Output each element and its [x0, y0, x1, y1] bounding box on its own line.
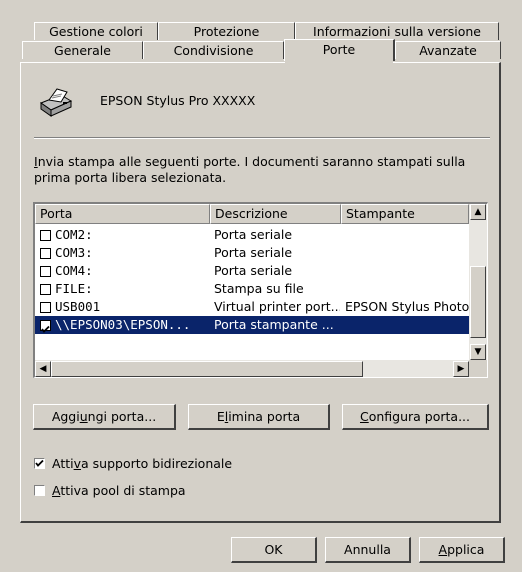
scroll-right-button[interactable]: ▶: [453, 361, 469, 377]
port-name: USB001: [55, 299, 101, 314]
delete-port-label-post: imina porta: [228, 409, 301, 424]
printer-icon: [35, 85, 75, 121]
apply-label-post: pplica: [447, 542, 485, 557]
port-description: Porta stampante ...: [214, 317, 334, 332]
port-description: Virtual printer port...: [214, 299, 340, 314]
pool-label[interactable]: Attiva pool di stampa: [52, 483, 186, 498]
bidirectional-checkbox[interactable]: [34, 458, 45, 469]
apply-mnemonic: A: [438, 542, 448, 557]
port-description: Porta seriale: [214, 263, 293, 278]
ok-label: OK: [264, 542, 283, 557]
tab-condivisione[interactable]: Condivisione: [143, 41, 284, 59]
port-description: Porta seriale: [214, 227, 293, 242]
tab-generale[interactable]: Generale: [22, 41, 143, 59]
column-header-descrizione[interactable]: Descrizione: [210, 204, 341, 224]
port-name: \\EPSON03\EPSON...: [55, 317, 191, 332]
port-checkbox[interactable]: [40, 230, 51, 241]
add-port-label-pre: Aggi: [51, 409, 80, 424]
delete-port-label-pre: E: [216, 409, 225, 424]
port-checkbox[interactable]: [40, 284, 51, 295]
up-arrow-icon: ▲: [474, 207, 482, 217]
checkmark-icon: [35, 459, 44, 467]
tab-label: Porte: [322, 42, 356, 57]
port-checkbox[interactable]: [40, 266, 51, 277]
port-name: COM4:: [55, 263, 93, 278]
port-printer: EPSON Stylus Photo: [345, 299, 469, 314]
table-row[interactable]: FILE: Stampa su file: [35, 280, 469, 298]
pool-label-post: ttiva pool di stampa: [60, 483, 186, 498]
table-row[interactable]: \\EPSON03\EPSON... Porta stampante ...: [35, 316, 469, 334]
table-row[interactable]: COM4: Porta seriale: [35, 262, 469, 280]
port-description: Stampa su file: [214, 281, 304, 296]
cancel-label: Annulla: [344, 542, 391, 557]
scroll-down-button[interactable]: ▼: [470, 344, 486, 360]
port-name: FILE:: [55, 281, 93, 296]
vertical-scroll-thumb[interactable]: [470, 266, 486, 338]
instructions-line-1: nvia stampa alle seguenti porte. I docum…: [37, 154, 466, 169]
tab-label: Condivisione: [173, 43, 254, 58]
add-port-mnemonic: u: [79, 409, 88, 424]
port-checkbox[interactable]: [40, 248, 51, 259]
ok-button[interactable]: OK: [231, 537, 317, 563]
vertical-scrollbar[interactable]: ▲ ▼: [469, 204, 487, 360]
apply-button[interactable]: Applica: [419, 537, 505, 563]
left-arrow-icon: ◀: [39, 364, 47, 374]
configure-port-mnemonic: C: [359, 409, 369, 424]
column-header-label: Porta: [40, 206, 73, 221]
table-row[interactable]: COM3: Porta seriale: [35, 244, 469, 262]
bidirectional-label[interactable]: Attiva supporto bidirezionale: [52, 456, 232, 471]
instructions-line-2: prima porta libera selezionata.: [34, 170, 227, 185]
bidirectional-mnemonic: v: [73, 456, 82, 471]
horizontal-scroll-thumb[interactable]: [51, 361, 363, 377]
column-header-label: Descrizione: [215, 206, 288, 221]
column-header-stampante[interactable]: Stampante: [341, 204, 469, 224]
delete-port-button[interactable]: Elimina porta: [188, 404, 330, 430]
tab-label: Protezione: [193, 24, 260, 39]
scrollbar-corner: [469, 360, 487, 377]
tab-informazioni-versione[interactable]: Informazioni sulla versione: [295, 22, 499, 40]
bidirectional-label-pre: Atti: [52, 456, 74, 471]
add-port-button[interactable]: Aggiungi porta...: [33, 404, 176, 430]
down-arrow-icon: ▼: [474, 347, 482, 357]
port-checkbox[interactable]: [40, 302, 51, 313]
horizontal-scrollbar[interactable]: ◀ ▶: [35, 360, 469, 377]
tab-label: Informazioni sulla versione: [313, 24, 481, 39]
scroll-left-button[interactable]: ◀: [35, 361, 51, 377]
tab-gestione-colori[interactable]: Gestione colori: [34, 22, 158, 40]
table-row[interactable]: USB001 Virtual printer port... EPSON Stylu…: [35, 298, 469, 316]
tab-avanzate[interactable]: Avanzate: [395, 41, 501, 59]
table-row[interactable]: COM2: Porta seriale: [35, 226, 469, 244]
printer-name: EPSON Stylus Pro XXXXX: [100, 93, 256, 108]
column-header-label: Stampante: [346, 206, 415, 221]
tab-label: Generale: [54, 43, 111, 58]
tab-label: Avanzate: [419, 43, 477, 58]
right-arrow-icon: ▶: [457, 364, 465, 374]
instructions-text: Invia stampa alle seguenti porte. I docu…: [34, 154, 465, 186]
column-header-porta[interactable]: Porta: [35, 204, 210, 224]
scroll-up-button[interactable]: ▲: [470, 204, 486, 220]
port-description: Porta seriale: [214, 245, 293, 260]
tab-porte[interactable]: Porte: [284, 39, 395, 61]
checkmark-icon: [41, 325, 50, 333]
tab-label: Gestione colori: [49, 24, 143, 39]
active-tab-join: [285, 61, 393, 64]
add-port-label-post: ngi porta...: [87, 409, 157, 424]
pool-checkbox[interactable]: [34, 485, 45, 496]
configure-port-button[interactable]: Configura porta...: [342, 404, 489, 430]
port-name: COM2:: [55, 227, 93, 242]
port-checkbox[interactable]: [40, 320, 51, 333]
ports-list[interactable]: Porta Descrizione Stampante COM2: Porta s…: [33, 202, 488, 378]
separator: [34, 137, 490, 139]
cancel-button[interactable]: Annulla: [325, 537, 411, 563]
bidirectional-label-post: a supporto bidirezionale: [81, 456, 233, 471]
port-name: COM3:: [55, 245, 93, 260]
tab-protezione[interactable]: Protezione: [158, 22, 295, 40]
configure-port-label-post: onfigura porta...: [368, 409, 470, 424]
